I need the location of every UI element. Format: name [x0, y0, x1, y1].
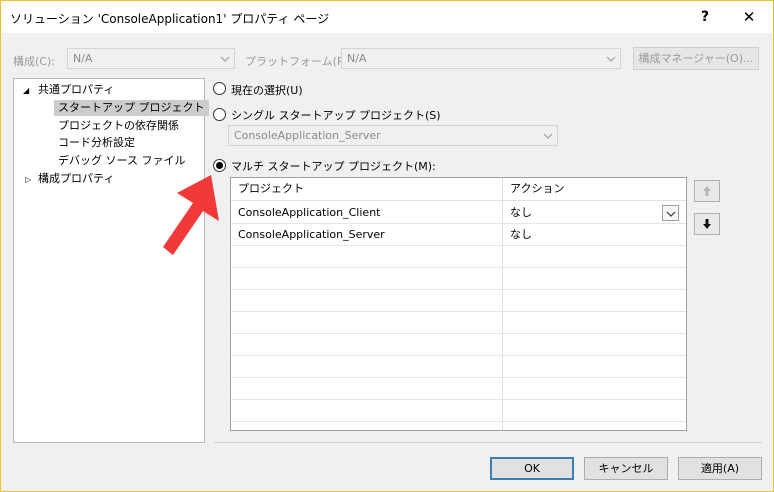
arrow-down-icon [703, 219, 711, 229]
cell-action[interactable]: なし [503, 202, 532, 224]
single-startup-select[interactable]: ConsoleApplication_Server [228, 125, 558, 146]
label-multi-startup: マルチ スタートアップ プロジェクト(M): [231, 160, 436, 173]
chevron-down-icon [219, 49, 231, 68]
empty-row [231, 378, 686, 400]
startup-projects-grid: プロジェクト アクション ConsoleApplication_Client な… [230, 177, 687, 431]
empty-row [231, 290, 686, 312]
tree-item-code-analysis[interactable]: コード分析設定 [58, 135, 135, 151]
radio-current-selection[interactable] [213, 82, 226, 95]
radio-multi-startup[interactable] [213, 159, 226, 172]
close-button[interactable]: ✕ [731, 5, 767, 29]
label-single-startup: シングル スタートアップ プロジェクト(S) [231, 109, 441, 122]
config-select-value: N/A [73, 52, 93, 65]
cell-project: ConsoleApplication_Server [238, 228, 385, 241]
platform-select-value: N/A [347, 52, 367, 65]
cancel-button[interactable]: キャンセル [584, 457, 668, 480]
tree-item-common-props[interactable]: 共通プロパティ [38, 82, 114, 98]
config-manager-button[interactable]: 構成マネージャー(O)... [633, 47, 759, 70]
cell-action[interactable]: なし [503, 224, 532, 246]
empty-row [231, 312, 686, 334]
help-button[interactable]: ? [687, 5, 723, 29]
arrow-up-icon [703, 186, 711, 196]
chevron-down-icon [605, 49, 617, 68]
action-dropdown-button[interactable] [662, 205, 679, 221]
config-label: 構成(C): [13, 55, 55, 68]
title-bar: ソリューション 'ConsoleApplication1' プロパティ ページ … [1, 1, 773, 33]
chevron-down-icon [542, 126, 554, 145]
config-select[interactable]: N/A [67, 48, 235, 69]
window-title: ソリューション 'ConsoleApplication1' プロパティ ページ [10, 12, 330, 26]
platform-label: プラットフォーム(P): [245, 55, 352, 68]
annotation-arrow-icon [163, 175, 219, 255]
move-up-button[interactable] [694, 180, 720, 202]
expanded-triangle-icon[interactable]: ◢ [23, 86, 29, 95]
platform-select[interactable]: N/A [341, 48, 621, 69]
radio-single-startup[interactable] [213, 108, 226, 121]
empty-row [231, 268, 686, 290]
header-project[interactable]: プロジェクト [231, 178, 304, 200]
property-tree: ◢ 共通プロパティ スタートアップ プロジェクト プロジェクトの依存関係 コード… [13, 78, 209, 443]
apply-button[interactable]: 適用(A) [678, 457, 762, 480]
label-current-selection: 現在の選択(U) [231, 84, 303, 97]
single-startup-select-value: ConsoleApplication_Server [234, 129, 381, 142]
ok-button[interactable]: OK [490, 457, 574, 480]
tree-item-dependencies[interactable]: プロジェクトの依存関係 [58, 118, 179, 134]
header-action[interactable]: アクション [503, 178, 564, 200]
grid-header: プロジェクト アクション [231, 178, 686, 201]
empty-row [231, 356, 686, 378]
tree-item-config-props[interactable]: 構成プロパティ [38, 171, 114, 187]
collapsed-triangle-icon[interactable]: ▷ [25, 175, 31, 184]
tree-item-startup-project[interactable]: スタートアップ プロジェクト [54, 100, 209, 116]
move-down-button[interactable] [694, 213, 720, 235]
empty-row [231, 246, 686, 268]
properties-dialog: ソリューション 'ConsoleApplication1' プロパティ ページ … [0, 0, 774, 492]
table-row[interactable]: ConsoleApplication_Server なし [231, 224, 686, 246]
footer-divider [214, 442, 762, 443]
table-row[interactable]: ConsoleApplication_Client なし [231, 202, 686, 224]
empty-row [231, 400, 686, 422]
empty-row [231, 334, 686, 356]
cell-project: ConsoleApplication_Client [238, 206, 381, 219]
tree-item-debug-source[interactable]: デバッグ ソース ファイル [58, 153, 185, 169]
